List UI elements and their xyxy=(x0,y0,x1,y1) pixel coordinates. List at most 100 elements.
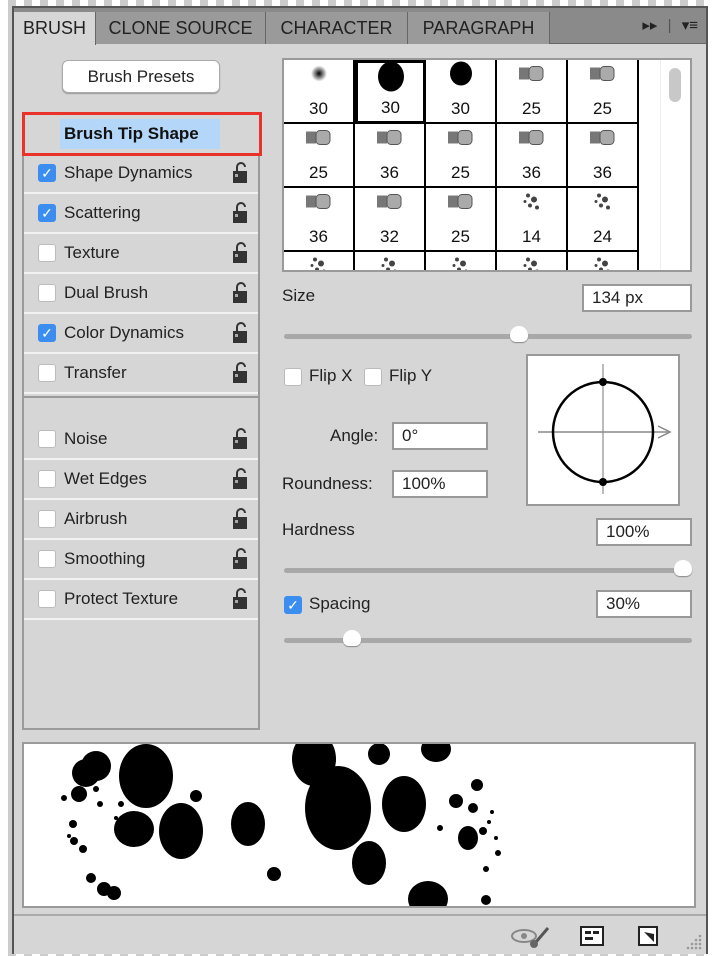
option-transfer[interactable]: Transfer xyxy=(24,354,258,394)
tab-clone-source[interactable]: CLONE SOURCE xyxy=(96,12,266,44)
option-checkbox[interactable]: ✓ xyxy=(38,204,56,222)
brush-tip-preset[interactable]: 30 xyxy=(284,60,355,124)
hardness-slider[interactable] xyxy=(284,560,692,576)
brush-tip-preset[interactable]: 32 xyxy=(355,188,426,252)
scroll-thumb[interactable] xyxy=(669,68,681,102)
new-brush-icon[interactable] xyxy=(638,926,660,948)
brush-size-label: 36 xyxy=(522,163,541,182)
brush-tip-grid: 30 30 30 25 25 25 36 25 36 36 36 32 25 14 24 xyxy=(282,58,692,272)
option-checkbox[interactable]: ✓ xyxy=(38,324,56,342)
lock-icon[interactable] xyxy=(232,588,248,610)
option-color-dynamics[interactable]: ✓ Color Dynamics xyxy=(24,314,258,354)
lock-icon[interactable] xyxy=(232,468,248,490)
option-checkbox[interactable] xyxy=(38,550,56,568)
brush-tip-preset[interactable] xyxy=(568,252,639,270)
option-scattering[interactable]: ✓ Scattering xyxy=(24,194,258,234)
option-checkbox[interactable]: ✓ xyxy=(38,164,56,182)
spacing-input[interactable]: 30% xyxy=(596,590,692,618)
size-slider-knob[interactable] xyxy=(510,326,529,342)
flip-x-checkbox[interactable] xyxy=(284,368,302,386)
brush-grid-icon[interactable] xyxy=(580,926,604,948)
lock-icon[interactable] xyxy=(232,548,248,570)
option-shape-dynamics[interactable]: ✓ Shape Dynamics xyxy=(24,154,258,194)
option-checkbox[interactable] xyxy=(38,470,56,488)
lock-icon[interactable] xyxy=(232,242,248,264)
toggle-live-tip-preview-icon[interactable] xyxy=(510,926,554,948)
brush-size-label: 24 xyxy=(593,227,612,246)
panel-menu-icon[interactable]: ▾≡ xyxy=(682,17,698,34)
size-slider[interactable] xyxy=(284,326,692,342)
brush-size-label: 30 xyxy=(309,99,328,118)
lock-icon[interactable] xyxy=(232,508,248,530)
brush-tip-preset[interactable]: 36 xyxy=(568,124,639,188)
option-noise[interactable]: Noise xyxy=(24,420,258,460)
brush-tip-preset[interactable]: 25 xyxy=(426,124,497,188)
angle-input[interactable]: 0° xyxy=(392,422,488,450)
option-texture[interactable]: Texture xyxy=(24,234,258,274)
roundness-input[interactable]: 100% xyxy=(392,470,488,498)
grid-scrollbar[interactable] xyxy=(660,60,690,270)
brush-tip-shape-item[interactable]: Brush Tip Shape xyxy=(22,112,262,156)
tab-character[interactable]: CHARACTER xyxy=(266,12,408,44)
brush-size-label: 32 xyxy=(380,227,399,246)
brush-tip-preset[interactable]: 36 xyxy=(355,124,426,188)
option-smoothing[interactable]: Smoothing xyxy=(24,540,258,580)
spacing-checkbox[interactable]: ✓ xyxy=(284,596,302,614)
option-label: Airbrush xyxy=(64,509,128,528)
tab-paragraph[interactable]: PARAGRAPH xyxy=(408,12,550,44)
brush-thumbnail-icon xyxy=(309,64,329,89)
hardness-input[interactable]: 100% xyxy=(596,518,692,546)
brush-tip-preset[interactable]: 36 xyxy=(284,188,355,252)
brush-thumbnail-icon xyxy=(446,128,476,153)
brush-tip-preset[interactable] xyxy=(497,252,568,270)
resize-grip-icon[interactable] xyxy=(682,932,704,952)
brush-tip-preset[interactable]: 25 xyxy=(284,124,355,188)
option-checkbox[interactable] xyxy=(38,244,56,262)
brush-thumbnail-icon xyxy=(588,128,618,153)
lock-icon[interactable] xyxy=(232,282,248,304)
brush-tip-preset[interactable]: 25 xyxy=(497,60,568,124)
brush-tip-preset[interactable]: 25 xyxy=(426,188,497,252)
brush-thumbnail-icon xyxy=(449,254,473,270)
brush-thumbnail-icon xyxy=(517,128,547,153)
option-checkbox[interactable] xyxy=(38,510,56,528)
brush-tip-preset[interactable]: 36 xyxy=(497,124,568,188)
brush-tip-preset[interactable]: 30 xyxy=(355,60,426,124)
brush-thumbnail-icon xyxy=(520,254,544,270)
brush-size-label: 25 xyxy=(451,163,470,182)
brush-tip-preset[interactable]: 30 xyxy=(426,60,497,124)
option-wet-edges[interactable]: Wet Edges xyxy=(24,460,258,500)
option-checkbox[interactable] xyxy=(38,284,56,302)
tab-brush[interactable]: BRUSH xyxy=(14,12,96,45)
brush-tip-preset[interactable]: 25 xyxy=(568,60,639,124)
lock-icon[interactable] xyxy=(232,162,248,184)
spacing-slider[interactable] xyxy=(284,630,692,646)
option-protect-texture[interactable]: Protect Texture xyxy=(24,580,258,620)
size-input[interactable]: 134 px xyxy=(582,284,692,312)
roundness-label: Roundness: xyxy=(282,474,373,493)
flip-y-checkbox[interactable] xyxy=(364,368,382,386)
option-airbrush[interactable]: Airbrush xyxy=(24,500,258,540)
brush-thumbnail-icon xyxy=(517,64,547,89)
flip-x-label: Flip X xyxy=(309,366,353,385)
lock-icon[interactable] xyxy=(232,202,248,224)
lock-icon[interactable] xyxy=(232,322,248,344)
brush-presets-button[interactable]: Brush Presets xyxy=(62,60,220,93)
expand-icon[interactable]: ▸▸ xyxy=(642,17,657,34)
brush-tip-preset[interactable]: 24 xyxy=(568,188,639,252)
hardness-slider-knob[interactable] xyxy=(674,560,692,576)
brush-tip-preset[interactable] xyxy=(284,252,355,270)
lock-icon[interactable] xyxy=(232,428,248,450)
angle-roundness-widget[interactable] xyxy=(526,354,680,506)
option-checkbox[interactable] xyxy=(38,364,56,382)
brush-size-label: 25 xyxy=(451,227,470,246)
brush-tip-preset[interactable] xyxy=(355,252,426,270)
option-dual-brush[interactable]: Dual Brush xyxy=(24,274,258,314)
brush-tip-preset[interactable]: 14 xyxy=(497,188,568,252)
tab-bar: BRUSH CLONE SOURCE CHARACTER PARAGRAPH ▸… xyxy=(14,8,706,45)
option-checkbox[interactable] xyxy=(38,590,56,608)
brush-tip-preset[interactable] xyxy=(426,252,497,270)
option-checkbox[interactable] xyxy=(38,430,56,448)
lock-icon[interactable] xyxy=(232,362,248,384)
spacing-slider-knob[interactable] xyxy=(342,630,361,646)
